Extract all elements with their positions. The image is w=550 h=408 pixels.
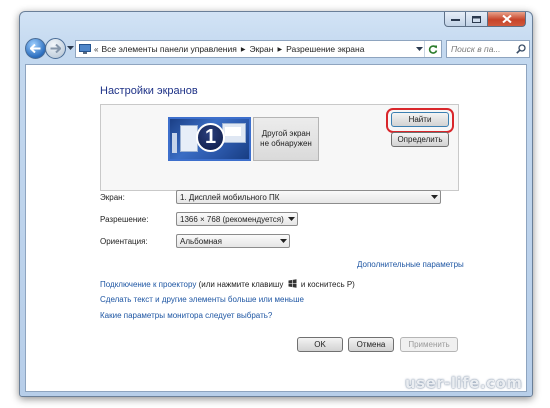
projector-hint-after: и коснитесь P) xyxy=(300,280,355,289)
apply-button[interactable]: Применить xyxy=(400,337,458,352)
monitor-2-text-line1: Другой экран xyxy=(261,129,311,138)
back-button[interactable] xyxy=(25,38,46,59)
window-caption-buttons xyxy=(444,12,526,28)
chevron-down-icon xyxy=(415,46,423,51)
maximize-icon xyxy=(472,15,481,23)
orientation-label: Ориентация: xyxy=(100,237,148,246)
breadcrumb-display[interactable]: Экран xyxy=(249,44,273,54)
refresh-icon xyxy=(428,45,438,54)
windows-logo-icon xyxy=(288,279,297,288)
connect-projector-link[interactable]: Подключение к проектору xyxy=(100,280,196,289)
monitor-2-text-line2: не обнаружен xyxy=(260,139,312,148)
close-button[interactable] xyxy=(488,12,526,27)
navigation-bar: « Все элементы панели управления ▶ Экран… xyxy=(24,36,530,62)
minimize-icon xyxy=(450,18,460,21)
monitor-1-thumbnail[interactable]: 1 xyxy=(168,117,251,161)
breadcrumb-all-control-panel-items[interactable]: Все элементы панели управления xyxy=(101,44,236,54)
ok-button[interactable]: OK xyxy=(297,337,343,352)
orientation-select-value: Альбомная xyxy=(180,236,222,246)
search-box[interactable]: Поиск в па... xyxy=(446,40,530,58)
monitor-2-text: Другой экран не обнаружен xyxy=(260,129,312,149)
display-select[interactable]: 1. Дисплей мобильного ПК xyxy=(176,190,441,204)
forward-button[interactable] xyxy=(45,38,66,59)
monitor-params-link[interactable]: Какие параметры монитора следует выбрать… xyxy=(100,311,272,320)
text-size-link[interactable]: Сделать текст и другие элементы больше и… xyxy=(100,295,304,304)
advanced-settings-link[interactable]: Дополнительные параметры xyxy=(357,260,464,269)
desktop-window-thumb xyxy=(172,133,177,153)
resolution-label: Разрешение: xyxy=(100,215,149,224)
close-icon xyxy=(501,15,512,23)
maximize-button[interactable] xyxy=(466,12,488,27)
monitor-number: 1 xyxy=(196,123,225,152)
projector-hint-before: (или нажмите клавишу xyxy=(198,280,284,289)
breadcrumb-screen-resolution[interactable]: Разрешение экрана xyxy=(286,44,364,54)
breadcrumb-separator-icon[interactable]: ▶ xyxy=(241,46,246,53)
arrow-right-icon xyxy=(50,44,61,53)
resolution-select[interactable]: 1366 × 768 (рекомендуется) xyxy=(176,212,298,226)
address-history-dropdown[interactable] xyxy=(414,46,424,52)
display-select-value: 1. Дисплей мобильного ПК xyxy=(180,192,280,202)
search-placeholder: Поиск в па... xyxy=(451,44,501,54)
breadcrumb-separator-icon[interactable]: ▶ xyxy=(277,46,282,53)
arrow-left-icon xyxy=(30,44,41,53)
cancel-button[interactable]: Отмена xyxy=(348,337,394,352)
control-panel-icon xyxy=(79,44,91,54)
chevron-down-icon xyxy=(430,194,438,199)
projector-line: Подключение к проектору (или нажмите кла… xyxy=(100,279,355,289)
identify-button[interactable]: Определить xyxy=(391,132,449,147)
monitor-2-thumbnail[interactable]: Другой экран не обнаружен xyxy=(253,117,319,161)
find-button[interactable]: Найти xyxy=(391,112,449,127)
watermark: user-life.com xyxy=(405,374,523,392)
resolution-select-value: 1366 × 768 (рекомендуется) xyxy=(180,214,284,224)
page-title: Настройки экранов xyxy=(100,85,198,97)
address-bar[interactable]: « Все элементы панели управления ▶ Экран… xyxy=(75,40,442,58)
content-pane: Настройки экранов 1 Другой экран не обна… xyxy=(25,64,527,392)
control-panel-window: « Все элементы панели управления ▶ Экран… xyxy=(19,11,533,397)
breadcrumb-overflow[interactable]: « xyxy=(94,45,98,54)
display-label: Экран: xyxy=(100,193,125,202)
refresh-button[interactable] xyxy=(424,41,441,57)
display-preview-area: 1 Другой экран не обнаружен Найти Опреде… xyxy=(100,104,459,191)
minimize-button[interactable] xyxy=(444,12,466,27)
chevron-down-icon xyxy=(287,216,295,221)
desktop-window-thumb xyxy=(222,123,246,143)
search-icon[interactable] xyxy=(516,44,526,54)
orientation-select[interactable]: Альбомная xyxy=(176,234,290,248)
chevron-down-icon xyxy=(279,238,287,243)
recent-pages-dropdown-icon[interactable] xyxy=(67,46,74,51)
